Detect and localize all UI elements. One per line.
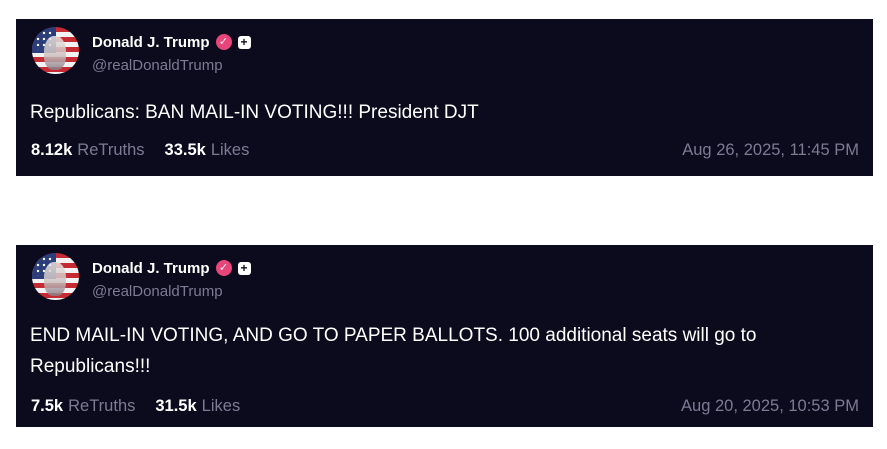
retruths-count[interactable]: 8.12k: [31, 141, 72, 160]
likes-label[interactable]: Likes: [202, 397, 241, 416]
likes-count[interactable]: 31.5k: [155, 397, 196, 416]
author-row: Donald J. Trump ✓ +: [92, 258, 251, 278]
retruths-count[interactable]: 7.5k: [31, 397, 63, 416]
post-stats: 7.5k ReTruths 31.5k Likes: [31, 397, 240, 416]
avatar[interactable]: [32, 253, 79, 300]
plus-icon: +: [237, 35, 251, 49]
author-row: Donald J. Trump ✓ +: [92, 32, 251, 52]
avatar[interactable]: [32, 27, 79, 74]
author-handle[interactable]: @realDonaldTrump: [92, 57, 223, 74]
post-timestamp[interactable]: Aug 20, 2025, 10:53 PM: [681, 397, 859, 416]
post-timestamp[interactable]: Aug 26, 2025, 11:45 PM: [682, 141, 859, 160]
post-stats: 8.12k ReTruths 33.5k Likes: [31, 141, 249, 160]
retruths-label[interactable]: ReTruths: [68, 397, 135, 416]
verified-badge-icon: ✓: [215, 34, 232, 50]
author-name[interactable]: Donald J. Trump: [92, 34, 210, 51]
post-text: Republicans: BAN MAIL-IN VOTING!!! Presi…: [30, 102, 479, 123]
author-name[interactable]: Donald J. Trump: [92, 260, 210, 277]
likes-count[interactable]: 33.5k: [165, 141, 206, 160]
plus-icon: +: [237, 261, 251, 275]
post-text: END MAIL-IN VOTING, AND GO TO PAPER BALL…: [30, 325, 757, 377]
retruths-label[interactable]: ReTruths: [77, 141, 144, 160]
avatar-portrait: [44, 36, 66, 70]
likes-label[interactable]: Likes: [211, 141, 250, 160]
verified-badge-icon: ✓: [215, 260, 232, 276]
post-card[interactable]: Donald J. Trump ✓ + @realDonaldTrump END…: [16, 245, 873, 427]
avatar-portrait: [44, 262, 66, 296]
post-card[interactable]: Donald J. Trump ✓ + @realDonaldTrump Rep…: [16, 19, 873, 176]
author-handle[interactable]: @realDonaldTrump: [92, 283, 223, 300]
